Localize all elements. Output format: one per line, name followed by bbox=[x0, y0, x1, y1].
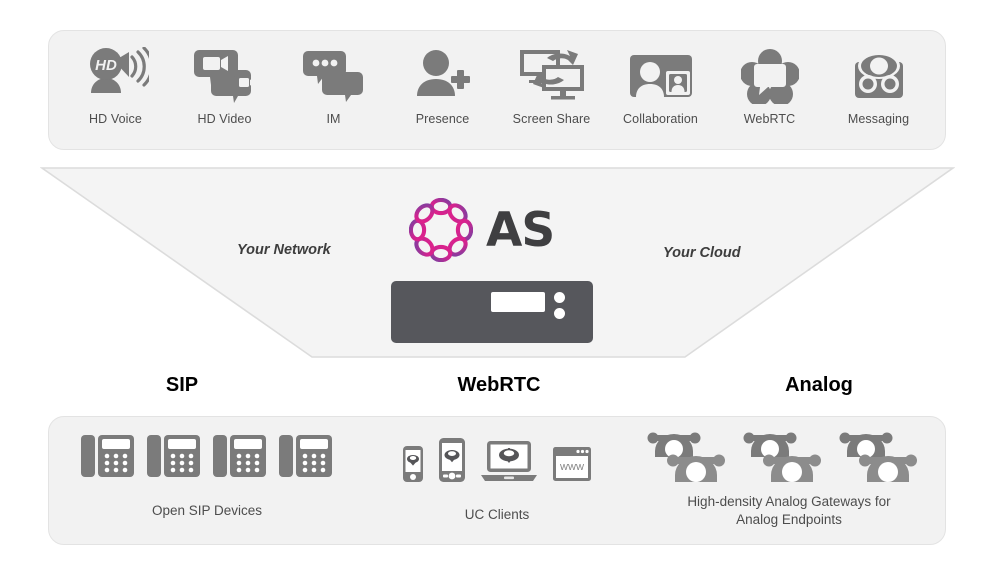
endpoint-group-uc: WWW UC Clients bbox=[359, 417, 635, 546]
server-led bbox=[554, 292, 565, 303]
features-panel: HD HD Voice HD Video IM Presence Screen … bbox=[48, 30, 946, 150]
feature-label: IM bbox=[326, 112, 341, 126]
analog-phone-icons bbox=[645, 417, 933, 489]
browser-www-client-icon: WWW bbox=[553, 447, 591, 481]
svg-text:HD: HD bbox=[95, 57, 117, 74]
endpoint-label: Open SIP Devices bbox=[151, 503, 263, 518]
desk-phone-icon bbox=[147, 435, 200, 477]
feature-presence[interactable]: Presence bbox=[388, 45, 497, 126]
endpoint-group-analog: High-density Analog Gateways for Analog … bbox=[639, 417, 939, 546]
analog-phone-pair-icon bbox=[647, 432, 725, 482]
screen-share-icon bbox=[517, 45, 587, 107]
feature-webrtc[interactable]: WebRTC bbox=[715, 45, 824, 126]
desk-phone-icon bbox=[279, 435, 332, 477]
laptop-client-icon bbox=[481, 441, 537, 481]
analog-phone-pair-icon bbox=[839, 432, 917, 482]
endpoint-label: High-density Analog Gateways for Analog … bbox=[687, 493, 890, 529]
section-heading-sip: SIP bbox=[165, 374, 199, 396]
browser-www-label: WWW bbox=[560, 462, 584, 472]
feature-label: Messaging bbox=[847, 112, 910, 126]
brand-name: AS bbox=[486, 202, 555, 258]
feature-im[interactable]: IM bbox=[279, 45, 388, 126]
smartphone-large-client-icon bbox=[439, 438, 465, 482]
sip-phone-icons bbox=[80, 417, 334, 489]
zone-label-your-network: Your Network bbox=[237, 242, 331, 258]
uc-client-icons: WWW bbox=[402, 417, 592, 489]
feature-label: Collaboration bbox=[623, 112, 698, 126]
presence-add-user-icon bbox=[414, 45, 472, 107]
webrtc-icon bbox=[740, 45, 799, 107]
server-led bbox=[554, 308, 565, 319]
endpoint-label: UC Clients bbox=[464, 507, 530, 522]
section-heading-analog: Analog bbox=[785, 374, 853, 396]
endpoint-label-line-2: Analog Endpoints bbox=[736, 512, 842, 528]
feature-hd-voice[interactable]: HD HD Voice bbox=[61, 45, 170, 126]
features-row: HD HD Voice HD Video IM Presence Screen … bbox=[49, 31, 945, 149]
server-appliance-icon bbox=[391, 281, 593, 343]
instant-message-icon bbox=[302, 45, 365, 107]
feature-label: Presence bbox=[415, 112, 470, 126]
feature-messaging[interactable]: Messaging bbox=[824, 45, 933, 126]
endpoints-panel: Open SIP Devices WWW UC Clients High-den… bbox=[48, 416, 946, 545]
feature-label: HD Video bbox=[197, 112, 252, 126]
zone-label-your-cloud: Your Cloud bbox=[663, 245, 741, 261]
collaboration-icon bbox=[628, 45, 694, 107]
smartphone-small-client-icon bbox=[403, 446, 423, 482]
feature-hd-video[interactable]: HD Video bbox=[170, 45, 279, 126]
as-ring-logo-icon bbox=[409, 198, 473, 262]
feature-screen-share[interactable]: Screen Share bbox=[497, 45, 606, 126]
messaging-voicemail-icon bbox=[848, 45, 910, 107]
feature-label: WebRTC bbox=[743, 112, 796, 126]
analog-phone-pair-icon bbox=[743, 432, 821, 482]
feature-label: Screen Share bbox=[512, 112, 591, 126]
feature-label: HD Voice bbox=[89, 112, 142, 126]
section-heading-webrtc: WebRTC bbox=[457, 374, 541, 396]
hd-video-icon bbox=[193, 45, 256, 107]
endpoint-group-sip: Open SIP Devices bbox=[57, 417, 357, 546]
feature-collaboration[interactable]: Collaboration bbox=[606, 45, 715, 126]
endpoint-label-line-1: High-density Analog Gateways for bbox=[687, 494, 891, 509]
brand-logo: AS bbox=[409, 198, 555, 262]
diagram-canvas: HD HD Voice HD Video IM Presence Screen … bbox=[0, 0, 992, 582]
server-display-panel bbox=[491, 292, 545, 312]
desk-phone-icon bbox=[213, 435, 266, 477]
desk-phone-icon bbox=[81, 435, 134, 477]
hd-voice-icon: HD bbox=[83, 45, 149, 107]
